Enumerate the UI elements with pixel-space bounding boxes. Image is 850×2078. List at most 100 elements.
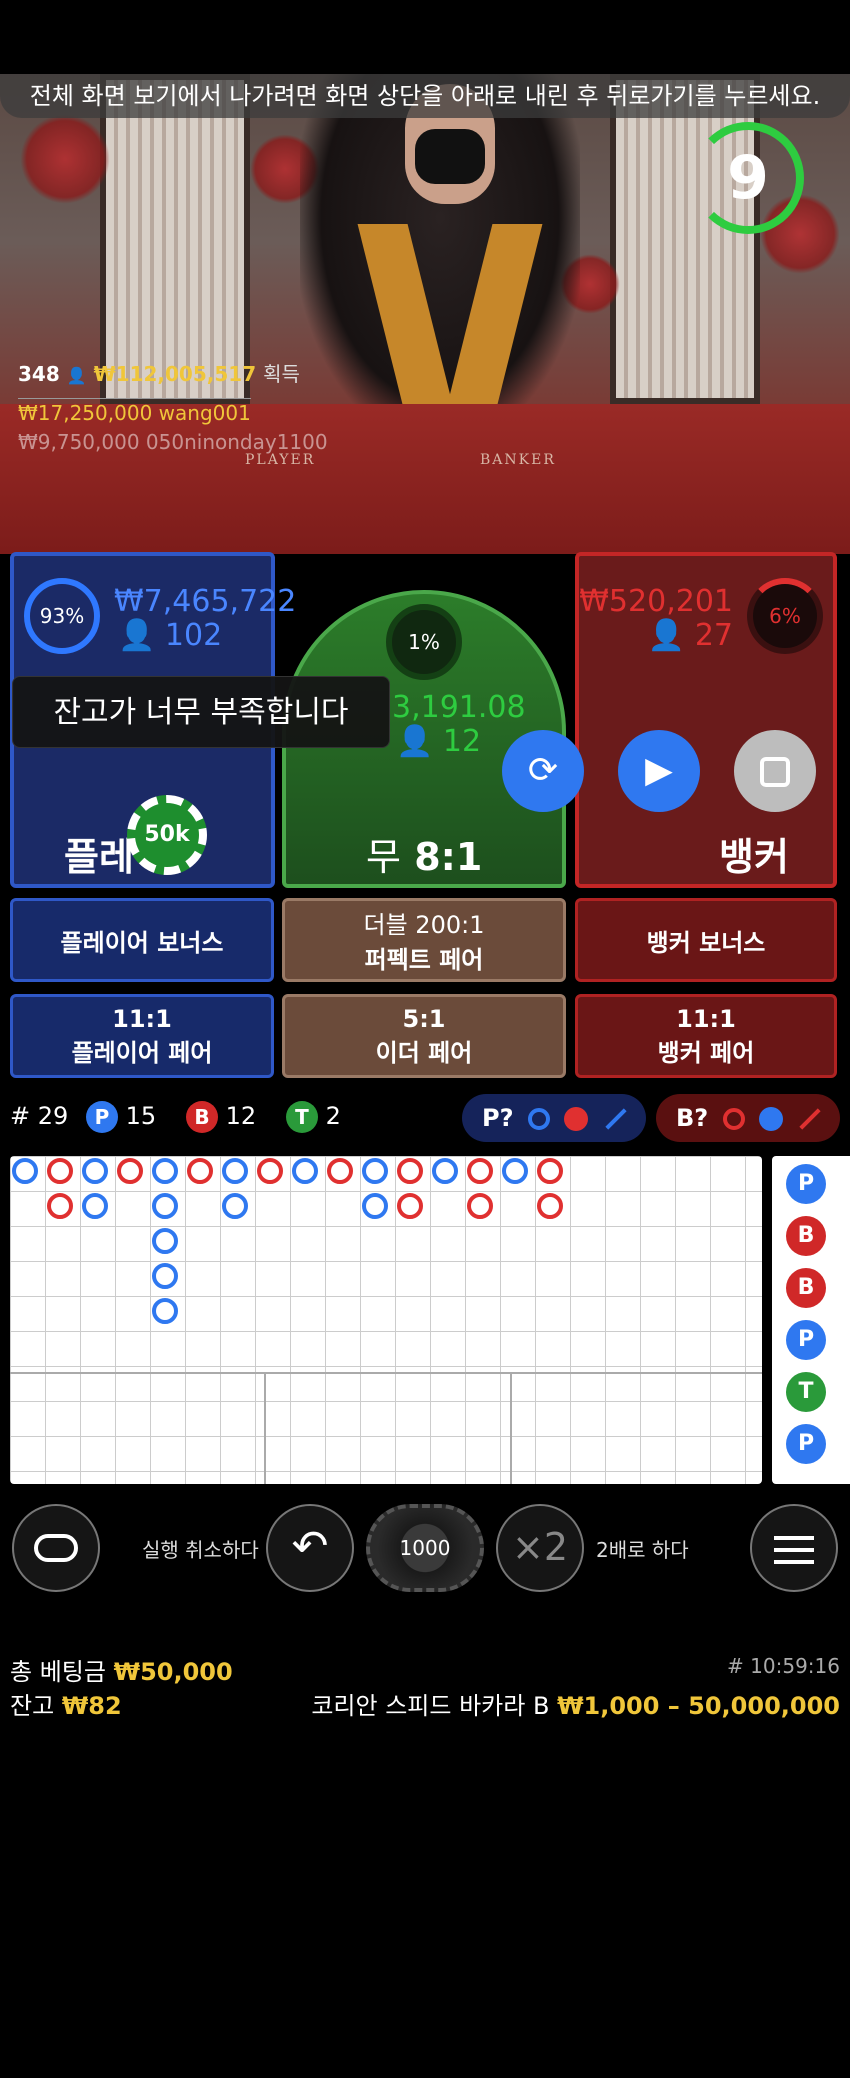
banker-wins-stat: B 12 (186, 1098, 256, 1134)
chip-selector[interactable]: 1000 (366, 1504, 484, 1592)
player-percent-ring: 93% (24, 578, 100, 654)
player-mark (362, 1193, 388, 1219)
player-predict-button[interactable]: P? (462, 1094, 646, 1142)
countdown-timer: 9 (692, 122, 804, 234)
players-count: 348 (18, 362, 60, 386)
top-winners-header: 348 👤 ₩112,005,517 획득 (18, 358, 300, 387)
banker-mark (397, 1193, 423, 1219)
player-bonus-button[interactable]: 플레이어 보너스 (10, 898, 274, 982)
banker-mark (257, 1158, 283, 1184)
banker-label: 뱅커 (719, 835, 789, 879)
user-icon: 👤 (396, 724, 434, 759)
bead-b: B (786, 1216, 826, 1256)
menu-icon (774, 1536, 814, 1564)
banker-mark (537, 1193, 563, 1219)
red-circle-icon (722, 1108, 745, 1130)
blue-slash-icon (604, 1108, 627, 1130)
bead-p: P (786, 1320, 826, 1360)
refresh-icon: ⟳ (527, 750, 559, 791)
blue-dot-icon (758, 1107, 783, 1131)
replay-icon: ▶ (645, 750, 673, 791)
player-mark (82, 1193, 108, 1219)
player-pair-button[interactable]: 11:1 플레이어 페어 (10, 994, 274, 1078)
red-slash-icon (799, 1108, 821, 1130)
tie-amount: 3,191.08 (392, 690, 526, 725)
player-mark (152, 1158, 178, 1184)
stop-button[interactable] (734, 730, 816, 812)
double-label: 2배로 하다 (596, 1538, 689, 1562)
undo-label: 실행 취소하다 (142, 1538, 259, 1562)
repeat-button[interactable]: ▶ (618, 730, 700, 812)
winner-row: ₩17,250,000 wang001 (18, 398, 251, 425)
user-icon: 👤 (66, 366, 87, 385)
user-icon: 👤 (647, 618, 686, 653)
blossom-decoration (20, 114, 110, 204)
banker-pair-button[interactable]: 11:1 뱅커 페어 (575, 994, 837, 1078)
bead-p: P (786, 1424, 826, 1464)
player-mark (12, 1158, 38, 1184)
tie-wins-stat: T 2 (286, 1098, 341, 1134)
winner-amount: ₩17,250,000 (18, 401, 153, 425)
banker-bonus-button[interactable]: 뱅커 보너스 (575, 898, 837, 982)
banker-mark (187, 1158, 213, 1184)
bead-road: PBBPTP (772, 1156, 850, 1484)
banker-percent-ring: 6% (747, 578, 823, 654)
player-count: 👤 102 (118, 618, 223, 653)
round-number: # 29 (10, 1102, 69, 1130)
banker-mark (327, 1158, 353, 1184)
fullscreen-notice: 전체 화면 보기에서 나가려면 화면 상단을 아래로 내린 후 뒤로가기를 누르… (0, 74, 850, 118)
player-mark (152, 1228, 178, 1254)
menu-button[interactable] (750, 1504, 838, 1592)
perfect-pair-button[interactable]: 더블 200:1 퍼펙트 페어 (282, 898, 566, 982)
banker-bet-zone[interactable]: ₩520,201 👤 27 6% 뱅커 (575, 552, 837, 888)
banker-count: 👤 27 (647, 618, 733, 653)
player-wins-stat: P 15 (86, 1098, 156, 1134)
tie-count: 👤 12 (396, 724, 482, 759)
banker-amount: ₩520,201 (579, 584, 733, 619)
table-felt (0, 404, 850, 554)
double-button[interactable]: ×2 (496, 1504, 584, 1592)
player-mark (222, 1193, 248, 1219)
undo-button[interactable]: ↶ (266, 1504, 354, 1592)
round-time: # 10:59:16 (727, 1654, 840, 1678)
banker-mark (47, 1158, 73, 1184)
red-dot-icon (564, 1107, 589, 1131)
either-pair-button[interactable]: 5:1 이더 페어 (282, 994, 566, 1078)
road-board (10, 1156, 762, 1484)
banker-mark (117, 1158, 143, 1184)
auto-play-button[interactable]: ⟳ (502, 730, 584, 812)
folding-screen-left (100, 74, 250, 404)
player-mark (82, 1158, 108, 1184)
felt-banker-label: BANKER (480, 452, 556, 468)
player-mark (432, 1158, 458, 1184)
winner-row: ₩9,750,000 050ninonday1100 (18, 430, 328, 454)
undo-icon: ↶ (291, 1521, 329, 1572)
table-view-button[interactable] (12, 1504, 100, 1592)
player-mark (502, 1158, 528, 1184)
insufficient-balance-toast: 잔고가 너무 부족합니다 (12, 676, 390, 748)
player-mark (292, 1158, 318, 1184)
balance: 잔고 ₩82 (10, 1692, 122, 1720)
stop-icon (760, 757, 790, 787)
bead-t: T (786, 1372, 826, 1412)
tie-label: 무 8:1 (366, 835, 483, 879)
tie-percent-ring: 1% (386, 604, 462, 680)
player-mark (152, 1298, 178, 1324)
felt-player-label: PLAYER (245, 452, 316, 468)
blue-circle-icon (527, 1108, 550, 1130)
player-mark (362, 1158, 388, 1184)
banker-mark (537, 1158, 563, 1184)
banker-mark (467, 1193, 493, 1219)
bead-p: P (786, 1164, 826, 1204)
table-icon (34, 1534, 78, 1562)
winner-name: wang001 (158, 401, 251, 425)
player-mark (152, 1193, 178, 1219)
banker-mark (397, 1158, 423, 1184)
placed-chip: 50k (127, 795, 207, 875)
player-amount: ₩7,465,722 (114, 584, 297, 619)
banker-predict-button[interactable]: B? (656, 1094, 840, 1142)
banker-mark (47, 1193, 73, 1219)
player-mark (152, 1263, 178, 1289)
total-bet: 총 베팅금 ₩50,000 (10, 1658, 233, 1686)
double-icon: ×2 (511, 1525, 569, 1569)
